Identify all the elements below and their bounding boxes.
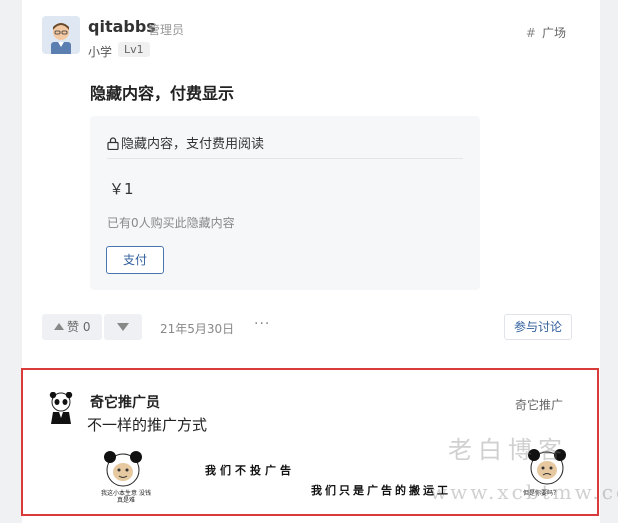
triangle-up-icon	[54, 323, 64, 330]
discuss-button[interactable]: 参与讨论	[504, 314, 572, 340]
purchase-count: 已有0人购买此隐藏内容	[107, 216, 235, 230]
watermark-url: www.xcbtmw.com	[430, 480, 618, 504]
downvote-button[interactable]	[104, 314, 142, 340]
watermark-title: 老白博客	[448, 436, 568, 464]
author-role: 管理员	[148, 23, 185, 37]
caption-left: 我这小本生意 没钱真是难	[101, 490, 151, 504]
more-button[interactable]: ···	[254, 316, 270, 332]
level-badge: Lv1	[118, 42, 150, 57]
lock-icon	[107, 137, 119, 151]
promoter-name[interactable]: 奇它推广员	[90, 392, 160, 412]
author-name[interactable]: qitabbs	[88, 17, 156, 36]
pay-button[interactable]: 支付	[106, 246, 164, 274]
hidden-content-header: 隐藏内容，支付费用阅读	[107, 133, 463, 159]
price: ￥1	[109, 180, 134, 198]
ad-text-1: 我们不投广告	[205, 464, 295, 477]
post-title: 隐藏内容，付费显示	[90, 84, 235, 103]
author-school: 小学	[88, 45, 113, 59]
hidden-content-box: 隐藏内容，支付费用阅读 ￥1 已有0人购买此隐藏内容 支付	[90, 116, 480, 290]
triangle-down-icon	[117, 323, 129, 331]
promo-tag[interactable]: 奇它推广	[515, 396, 563, 413]
upvote-label: 赞 0	[67, 320, 91, 334]
category-label: 广场	[541, 26, 566, 40]
hash-icon: #	[525, 26, 536, 40]
category-tag[interactable]: # 广场	[526, 24, 566, 41]
author-avatar[interactable]	[42, 16, 80, 54]
post-card: qitabbs 管理员 小学 Lv1 # 广场 隐藏内容，付费显示 隐藏内容，支付…	[22, 0, 600, 360]
post-date: 21年5月30日	[160, 322, 235, 336]
promoter-avatar[interactable]	[49, 391, 73, 424]
upvote-button[interactable]: 赞 0	[42, 314, 102, 340]
hidden-content-title: 隐藏内容，支付费用阅读	[121, 137, 265, 152]
promo-subtitle: 不一样的推广方式	[87, 416, 208, 434]
